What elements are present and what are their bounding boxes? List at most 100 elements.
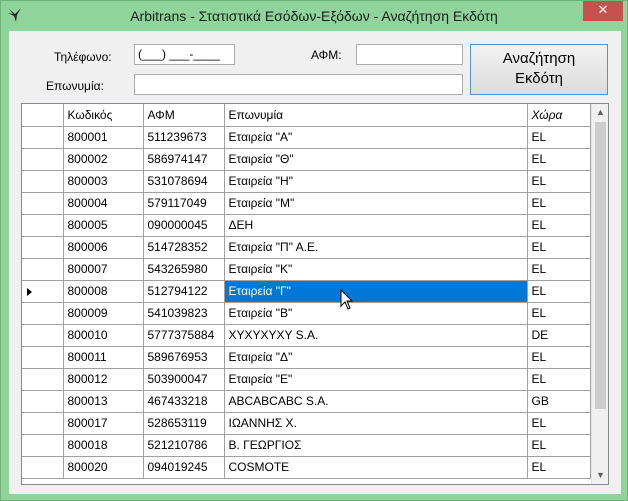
table-row[interactable]: 800004 579117049 Εταιρεία "Μ" EL	[22, 192, 591, 215]
cell-afm[interactable]: 514728352	[143, 236, 225, 259]
cell-country[interactable]: EL	[527, 192, 591, 215]
cell-code[interactable]: 800018	[63, 434, 144, 457]
table-row[interactable]: 800010 5777375884 XYXYXYXY S.A. DE	[22, 324, 591, 347]
row-header[interactable]	[22, 236, 64, 259]
cell-afm[interactable]: 589676953	[143, 346, 225, 369]
cell-code[interactable]: 800012	[63, 368, 144, 391]
surname-input[interactable]	[134, 74, 463, 95]
cell-code[interactable]: 800013	[63, 390, 144, 413]
cell-name[interactable]: Εταιρεία "Β"	[224, 302, 528, 325]
row-header[interactable]	[22, 258, 64, 281]
row-header[interactable]	[22, 214, 64, 237]
cell-afm[interactable]: 094019245	[143, 456, 225, 479]
cell-code[interactable]: 800008	[63, 280, 144, 303]
cell-name[interactable]: Εταιρεία "Κ"	[224, 258, 528, 281]
cell-code[interactable]: 800002	[63, 148, 144, 171]
cell-name[interactable]: Εταιρεία "Γ"	[224, 280, 528, 303]
cell-afm[interactable]: 503900047	[143, 368, 225, 391]
cell-name[interactable]: Εταιρεία "Ε"	[224, 368, 528, 391]
row-header[interactable]	[22, 148, 64, 171]
table-row[interactable]: 800012 503900047 Εταιρεία "Ε" EL	[22, 368, 591, 391]
cell-country[interactable]: EL	[527, 302, 591, 325]
cell-afm[interactable]: 5777375884	[143, 324, 225, 347]
cell-country[interactable]: EL	[527, 280, 591, 303]
close-button[interactable]: ✕	[583, 1, 623, 21]
cell-country[interactable]: EL	[527, 456, 591, 479]
cell-country[interactable]: EL	[527, 434, 591, 457]
table-row[interactable]: 800006 514728352 Εταιρεία "Π" Α.Ε. EL	[22, 236, 591, 259]
row-header[interactable]	[22, 368, 64, 391]
table-row[interactable]: 800018 521210786 Β. ΓΕΩΡΓΙΟΣ EL	[22, 434, 591, 457]
cell-country[interactable]: EL	[527, 170, 591, 193]
row-header[interactable]	[22, 280, 64, 303]
table-row[interactable]: 800017 528653119 ΙΩΑΝΝΗΣ Χ. EL	[22, 412, 591, 435]
cell-country[interactable]: EL	[527, 214, 591, 237]
scroll-down-arrow-icon[interactable]: ▼	[592, 467, 608, 484]
row-header[interactable]	[22, 170, 64, 193]
column-header-afm[interactable]: ΑΦΜ	[143, 104, 225, 127]
row-header[interactable]	[22, 390, 64, 413]
issuers-grid[interactable]: Κωδικός ΑΦΜ Επωνυμία Χώρα 800001 51123967…	[21, 103, 609, 485]
cell-name[interactable]: Εταιρεία "Η"	[224, 170, 528, 193]
row-header[interactable]	[22, 324, 64, 347]
table-row[interactable]: 800020 094019245 COSMOTE EL	[22, 456, 591, 479]
cell-name[interactable]: Εταιρεία "Δ"	[224, 346, 528, 369]
table-row[interactable]: 800001 511239673 Εταιρεία "A" EL	[22, 126, 591, 149]
cell-code[interactable]: 800011	[63, 346, 144, 369]
cell-name[interactable]: Εταιρεία "A"	[224, 126, 528, 149]
cell-code[interactable]: 800007	[63, 258, 144, 281]
cell-name[interactable]: Εταιρεία "Π" Α.Ε.	[224, 236, 528, 259]
cell-afm[interactable]: 090000045	[143, 214, 225, 237]
table-row[interactable]: 800002 586974147 Εταιρεία "Θ" EL	[22, 148, 591, 171]
cell-code[interactable]: 800020	[63, 456, 144, 479]
cell-code[interactable]: 800001	[63, 126, 144, 149]
afm-input[interactable]	[356, 44, 463, 65]
row-header[interactable]	[22, 192, 64, 215]
table-row[interactable]: 800003 531078694 Εταιρεία "Η" EL	[22, 170, 591, 193]
cell-name[interactable]: Β. ΓΕΩΡΓΙΟΣ	[224, 434, 528, 457]
cell-afm[interactable]: 541039823	[143, 302, 225, 325]
cell-name[interactable]: COSMOTE	[224, 456, 528, 479]
row-header[interactable]	[22, 126, 64, 149]
cell-country[interactable]: DE	[527, 324, 591, 347]
cell-afm[interactable]: 586974147	[143, 148, 225, 171]
cell-name[interactable]: ΔΕΗ	[224, 214, 528, 237]
cell-name[interactable]: Εταιρεία "Θ"	[224, 148, 528, 171]
cell-afm[interactable]: 512794122	[143, 280, 225, 303]
table-row[interactable]: 800005 090000045 ΔΕΗ EL	[22, 214, 591, 237]
cell-country[interactable]: EL	[527, 346, 591, 369]
cell-name[interactable]: ΙΩΑΝΝΗΣ Χ.	[224, 412, 528, 435]
cell-code[interactable]: 800006	[63, 236, 144, 259]
column-header-country[interactable]: Χώρα	[527, 104, 591, 127]
row-header[interactable]	[22, 434, 64, 457]
cell-code[interactable]: 800005	[63, 214, 144, 237]
cell-afm[interactable]: 511239673	[143, 126, 225, 149]
cell-country[interactable]: GB	[527, 390, 591, 413]
cell-code[interactable]: 800009	[63, 302, 144, 325]
row-header[interactable]	[22, 302, 64, 325]
table-row[interactable]: 800011 589676953 Εταιρεία "Δ" EL	[22, 346, 591, 369]
cell-afm[interactable]: 467433218	[143, 390, 225, 413]
cell-afm[interactable]: 531078694	[143, 170, 225, 193]
cell-name[interactable]: Εταιρεία "Μ"	[224, 192, 528, 215]
title-bar[interactable]: Arbitrans - Στατιστικά Εσόδων-Εξόδων - Α…	[1, 1, 627, 31]
cell-country[interactable]: EL	[527, 258, 591, 281]
vertical-scrollbar[interactable]: ▲ ▼	[591, 104, 608, 484]
phone-input[interactable]: (___) ___-____	[134, 44, 235, 65]
scroll-up-arrow-icon[interactable]: ▲	[592, 104, 608, 121]
column-header-name[interactable]: Επωνυμία	[224, 104, 528, 127]
cell-country[interactable]: EL	[527, 412, 591, 435]
cell-afm[interactable]: 528653119	[143, 412, 225, 435]
cell-afm[interactable]: 521210786	[143, 434, 225, 457]
cell-code[interactable]: 800003	[63, 170, 144, 193]
search-issuer-button[interactable]: Αναζήτηση Εκδότη	[470, 44, 608, 95]
cell-country[interactable]: EL	[527, 148, 591, 171]
cell-name[interactable]: ABCABCABC S.A.	[224, 390, 528, 413]
cell-code[interactable]: 800010	[63, 324, 144, 347]
table-row[interactable]: 800013 467433218 ABCABCABC S.A. GB	[22, 390, 591, 413]
row-header[interactable]	[22, 412, 64, 435]
cell-country[interactable]: EL	[527, 126, 591, 149]
cell-afm[interactable]: 579117049	[143, 192, 225, 215]
cell-name[interactable]: XYXYXYXY S.A.	[224, 324, 528, 347]
table-row[interactable]: 800008 512794122 Εταιρεία "Γ" EL	[22, 280, 591, 303]
